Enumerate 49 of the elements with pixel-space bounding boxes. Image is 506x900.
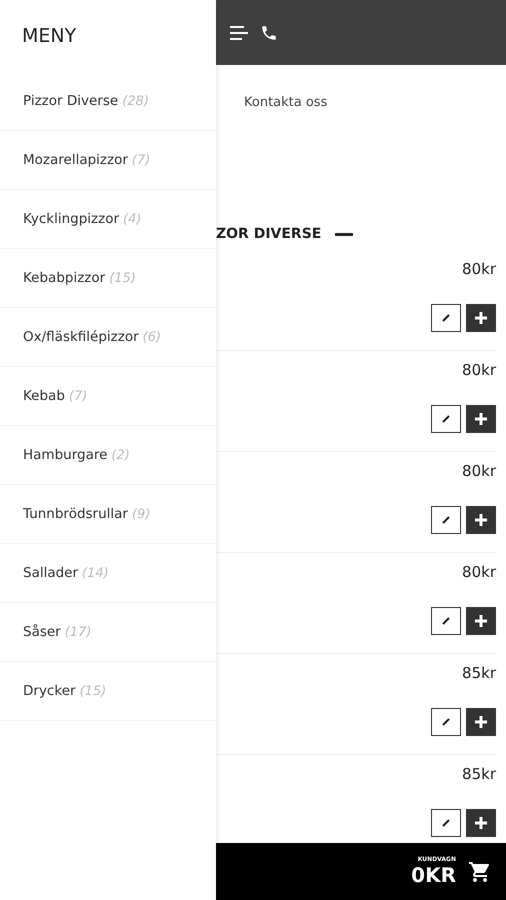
phone-icon[interactable]: [260, 24, 278, 42]
menu-icon[interactable]: [230, 26, 248, 40]
add-button[interactable]: [466, 405, 496, 433]
product-price: 80kr: [462, 462, 496, 480]
product-price: 85kr: [462, 765, 496, 783]
product-price: 80kr: [462, 563, 496, 581]
cart-icon[interactable]: [468, 860, 492, 884]
product-price: 85kr: [462, 664, 496, 682]
menu-item[interactable]: Såser (17): [0, 603, 216, 662]
menu-item[interactable]: Sallader (14): [0, 544, 216, 603]
plus-icon: [475, 514, 487, 526]
product-price: 80kr: [462, 361, 496, 379]
pencil-icon: [441, 313, 451, 323]
add-button[interactable]: [466, 809, 496, 837]
edit-button[interactable]: [431, 506, 461, 534]
menu-item[interactable]: Pizzor Diverse (28): [0, 72, 216, 131]
menu-item[interactable]: Kebab (7): [0, 367, 216, 426]
pencil-icon: [441, 414, 451, 424]
section-title: ZOR DIVERSE: [216, 226, 322, 242]
edit-button[interactable]: [431, 405, 461, 433]
plus-icon: [475, 716, 487, 728]
plus-icon: [475, 312, 487, 324]
add-button[interactable]: [466, 708, 496, 736]
add-button[interactable]: [466, 607, 496, 635]
menu-item[interactable]: Drycker (15): [0, 662, 216, 721]
menu-item[interactable]: Tunnbrödsrullar (9): [0, 485, 216, 544]
add-button[interactable]: [466, 506, 496, 534]
menu-title: MENY: [22, 25, 76, 47]
menu-item[interactable]: Kebabpizzor (15): [0, 249, 216, 308]
edit-button[interactable]: [431, 708, 461, 736]
menu-item[interactable]: Mozarellapizzor (7): [0, 131, 216, 190]
plus-icon: [475, 817, 487, 829]
contact-link[interactable]: Kontakta oss: [244, 95, 506, 110]
pencil-icon: [441, 818, 451, 828]
menu-item[interactable]: Hamburgare (2): [0, 426, 216, 485]
menu-item[interactable]: Ox/fläskfilépizzor (6): [0, 308, 216, 367]
product-price: 80kr: [462, 260, 496, 278]
menu-item[interactable]: Kycklingpizzor (4): [0, 190, 216, 249]
pencil-icon: [441, 717, 451, 727]
pencil-icon: [441, 515, 451, 525]
collapse-button[interactable]: [335, 232, 354, 236]
pencil-icon: [441, 616, 451, 626]
add-button[interactable]: [466, 304, 496, 332]
edit-button[interactable]: [431, 607, 461, 635]
edit-button[interactable]: [431, 304, 461, 332]
cart-total: 0KR: [411, 863, 456, 887]
plus-icon: [475, 413, 487, 425]
edit-button[interactable]: [431, 809, 461, 837]
plus-icon: [475, 615, 487, 627]
